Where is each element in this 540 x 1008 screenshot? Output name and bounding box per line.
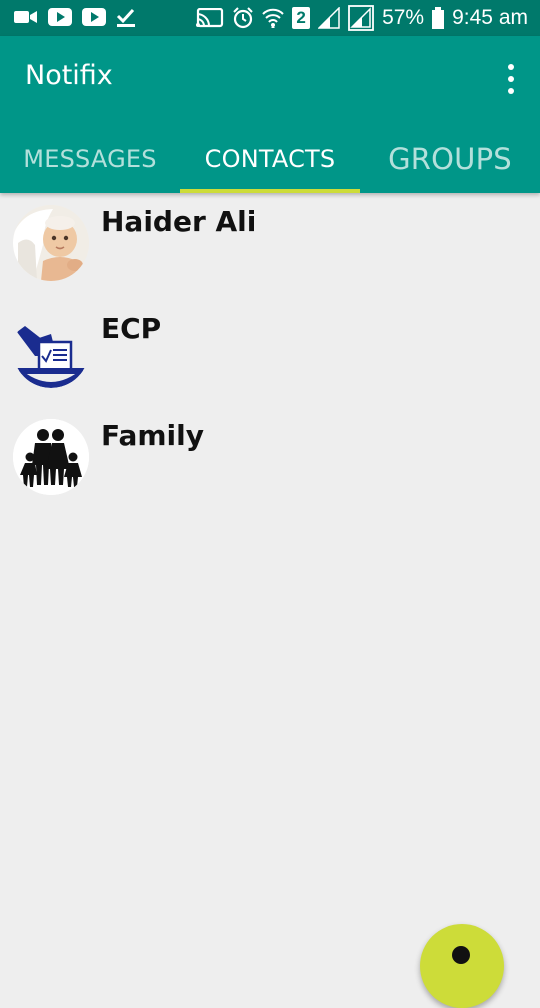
avatar	[13, 419, 89, 495]
avatar	[13, 205, 89, 281]
video-icon	[14, 9, 38, 25]
download-done-icon	[116, 7, 136, 27]
youtube-icon	[48, 8, 72, 26]
fab-button[interactable]	[420, 924, 504, 1008]
cast-icon	[196, 8, 224, 28]
contact-item[interactable]: ECP	[0, 300, 540, 407]
contact-name: Family	[101, 419, 205, 452]
status-right: 2 57% 9:45 am	[196, 4, 528, 32]
contact-name: Haider Ali	[101, 205, 257, 238]
battery-icon	[432, 7, 445, 29]
tab-groups[interactable]: GROUPS	[360, 124, 540, 193]
youtube-icon	[82, 8, 106, 26]
signal-icon	[348, 5, 374, 31]
tab-contacts[interactable]: CONTACTS	[180, 124, 360, 193]
baby-photo	[13, 205, 89, 281]
contact-item[interactable]: Haider Ali	[0, 193, 540, 300]
app-title: Notifix	[25, 60, 113, 91]
more-vert-icon[interactable]	[504, 64, 518, 94]
contact-list: Haider Ali ECP Family	[0, 193, 540, 514]
wifi-icon	[262, 6, 284, 30]
tab-messages[interactable]: MESSAGES	[0, 124, 180, 193]
contact-item[interactable]: Family	[0, 407, 540, 514]
status-bar: 2 57% 9:45 am	[0, 0, 540, 36]
signal-icon	[318, 7, 340, 29]
ballot-box-icon	[17, 326, 85, 388]
contact-name: ECP	[101, 312, 162, 345]
app-bar: Notifix MESSAGES CONTACTS GROUPS	[0, 36, 540, 193]
avatar	[13, 312, 89, 388]
sim-2-icon: 2	[292, 7, 311, 29]
fab-icon	[452, 946, 470, 964]
tab-bar: MESSAGES CONTACTS GROUPS	[0, 124, 540, 193]
family-icon	[13, 419, 89, 495]
notification-icons	[14, 7, 136, 27]
alarm-icon	[232, 7, 254, 29]
clock: 9:45 am	[452, 6, 528, 29]
battery-percent: 57%	[382, 6, 425, 29]
